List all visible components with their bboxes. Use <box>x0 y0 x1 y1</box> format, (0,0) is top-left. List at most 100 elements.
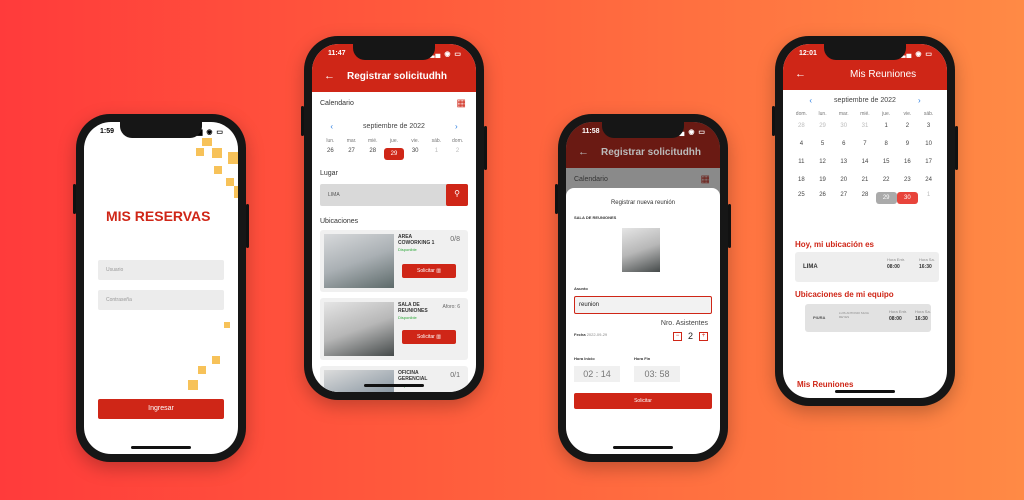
back-arrow-icon[interactable]: ← <box>795 68 806 80</box>
date-cell[interactable]: 25 <box>791 192 812 204</box>
date-cell[interactable]: 1 <box>876 123 897 129</box>
chevron-right-icon[interactable]: › <box>918 96 921 105</box>
date-cell[interactable]: 26 <box>320 148 341 160</box>
place-label: Lugar <box>320 170 338 177</box>
date-cell[interactable]: 20 <box>833 177 854 183</box>
room-name: SALA DE REUNIONES <box>574 215 617 220</box>
back-arrow-icon[interactable]: ← <box>324 70 335 82</box>
date-cell[interactable]: 4 <box>791 141 812 147</box>
entry-label: Hora Entr. <box>887 257 906 262</box>
date-cell[interactable]: 26 <box>812 192 833 204</box>
date-cell[interactable]: 13 <box>833 159 854 165</box>
calendar-icon[interactable]: ▦ <box>457 98 466 109</box>
password-field[interactable]: Contraseña <box>98 290 224 310</box>
register-screen: ← Registrar solicitudhh 11:47 ▂▄ ◉ ▭ Calen… <box>312 44 476 392</box>
date-cell[interactable]: 2 <box>447 148 468 160</box>
date-cell[interactable]: 18 <box>791 177 812 183</box>
date-group: Fecha 2022-09-29 <box>574 332 607 337</box>
deco-square <box>212 356 220 364</box>
home-indicator <box>835 390 895 393</box>
modal-screen: ← Registrar solicitudhh 11:58 ▂▄ ◉ ▭ Calen… <box>566 122 720 454</box>
plus-icon[interactable]: + <box>699 331 708 341</box>
date-cell[interactable]: 24 <box>918 177 939 183</box>
exit-label: Hora Sa. <box>915 309 931 314</box>
date-cell[interactable]: 28 <box>791 123 812 129</box>
date-cell-selected[interactable]: 29 <box>383 148 405 160</box>
login-button[interactable]: Ingresar <box>98 399 224 419</box>
chevron-left-icon[interactable]: ‹ <box>809 96 812 105</box>
date-cell[interactable]: 27 <box>833 192 854 204</box>
chevron-left-icon[interactable]: ‹ <box>330 122 333 131</box>
weekday: mié. <box>860 111 870 117</box>
my-location-card: LIMA Hora Entr. Hora Sa. 08:00 16:30 <box>795 252 939 282</box>
attendees-count: 2 <box>687 331 693 341</box>
calendar-header: ‹ septiembre de 2022 › <box>791 96 939 105</box>
card-status: Disponible <box>398 247 417 252</box>
locations-label: Ubicaciones <box>320 218 359 225</box>
date-cell[interactable]: 30 <box>405 148 426 160</box>
notch <box>120 122 202 138</box>
clock: 12:01 <box>799 50 817 57</box>
team-city: PIURA <box>813 315 826 320</box>
card-count: 0/8 <box>450 236 460 243</box>
clock: 1:59 <box>100 128 115 135</box>
weekday: mié. <box>368 138 378 144</box>
date-cell[interactable]: 1 <box>918 192 939 204</box>
place-select[interactable]: LIMA ⚲ <box>320 184 468 206</box>
date-cell[interactable]: 29 <box>812 123 833 129</box>
end-time-input[interactable]: 03: 58 <box>634 366 680 382</box>
exit-time: 16:30 <box>919 264 932 270</box>
subject-input[interactable]: reunion <box>574 296 712 314</box>
request-button[interactable]: Solicitar ▥ <box>402 330 456 344</box>
request-button[interactable]: Solicitar ▥ <box>402 264 456 278</box>
chevron-right-icon[interactable]: › <box>455 122 458 131</box>
modal-sheet: Registrar nueva reunión SALA DE REUNIONE… <box>566 188 720 454</box>
weekday-row: lun. mar. mié. jue. vie. sáb. dom. <box>320 138 468 144</box>
date-cell[interactable]: 12 <box>812 159 833 165</box>
date-cell-marked[interactable]: 29 <box>875 192 897 204</box>
date-cell[interactable]: 14 <box>855 159 876 165</box>
date-cell[interactable]: 19 <box>812 177 833 183</box>
search-icon[interactable]: ⚲ <box>446 184 468 206</box>
date-cell[interactable]: 16 <box>897 159 918 165</box>
request-button-label: Solicitar <box>417 334 435 340</box>
week-row: 4 5 6 7 8 9 10 <box>791 141 939 147</box>
date-cell[interactable]: 2 <box>897 123 918 129</box>
week-calendar: ‹ septiembre de 2022 › lun. mar. mié. jue. vie… <box>320 122 468 160</box>
date-cell[interactable]: 3 <box>918 123 939 129</box>
app-bar-title: Registrar solicitudhh <box>347 71 448 82</box>
date-cell[interactable]: 9 <box>897 141 918 147</box>
date-cell-today[interactable]: 30 <box>897 192 918 204</box>
date-cell[interactable]: 1 <box>426 148 447 160</box>
date-cell[interactable]: 7 <box>855 141 876 147</box>
phone-meetings: ← Mis Reuniones 12:01 ▂▄ ◉ ▭ ‹ septiembre d… <box>772 36 958 406</box>
date-cell[interactable]: 28 <box>362 148 383 160</box>
start-time-input[interactable]: 02 : 14 <box>574 366 620 382</box>
date-cell[interactable]: 15 <box>876 159 897 165</box>
minus-icon[interactable]: − <box>672 331 682 341</box>
date-cell[interactable]: 28 <box>855 192 876 204</box>
date-cell[interactable]: 17 <box>918 159 939 165</box>
date-cell[interactable]: 22 <box>876 177 897 183</box>
date-value: 2022-09-29 <box>586 332 608 337</box>
date-cell[interactable]: 8 <box>876 141 897 147</box>
date-cell[interactable]: 23 <box>897 177 918 183</box>
app-title: MIS RESERVAS <box>106 208 211 224</box>
home-indicator <box>613 446 673 449</box>
location-card: SALA DE REUNIONES Disponible Aforo: 6 So… <box>320 298 468 360</box>
clock: 11:58 <box>582 128 600 135</box>
date-cell[interactable]: 30 <box>833 123 854 129</box>
date-cell[interactable]: 11 <box>791 159 812 165</box>
submit-button[interactable]: Solicitar <box>574 393 712 409</box>
date-cell[interactable]: 27 <box>341 148 362 160</box>
date-cell[interactable]: 31 <box>855 123 876 129</box>
date-cell[interactable]: 5 <box>812 141 833 147</box>
username-field[interactable]: Usuario <box>98 260 224 280</box>
date-cell[interactable]: 6 <box>833 141 854 147</box>
date-cell[interactable]: 21 <box>855 177 876 183</box>
room-photo <box>324 234 394 288</box>
weekday: vie. <box>411 138 420 144</box>
date-cell[interactable]: 10 <box>918 141 939 147</box>
notch <box>353 44 435 60</box>
date-row: 26 27 28 29 30 1 2 <box>320 148 468 160</box>
